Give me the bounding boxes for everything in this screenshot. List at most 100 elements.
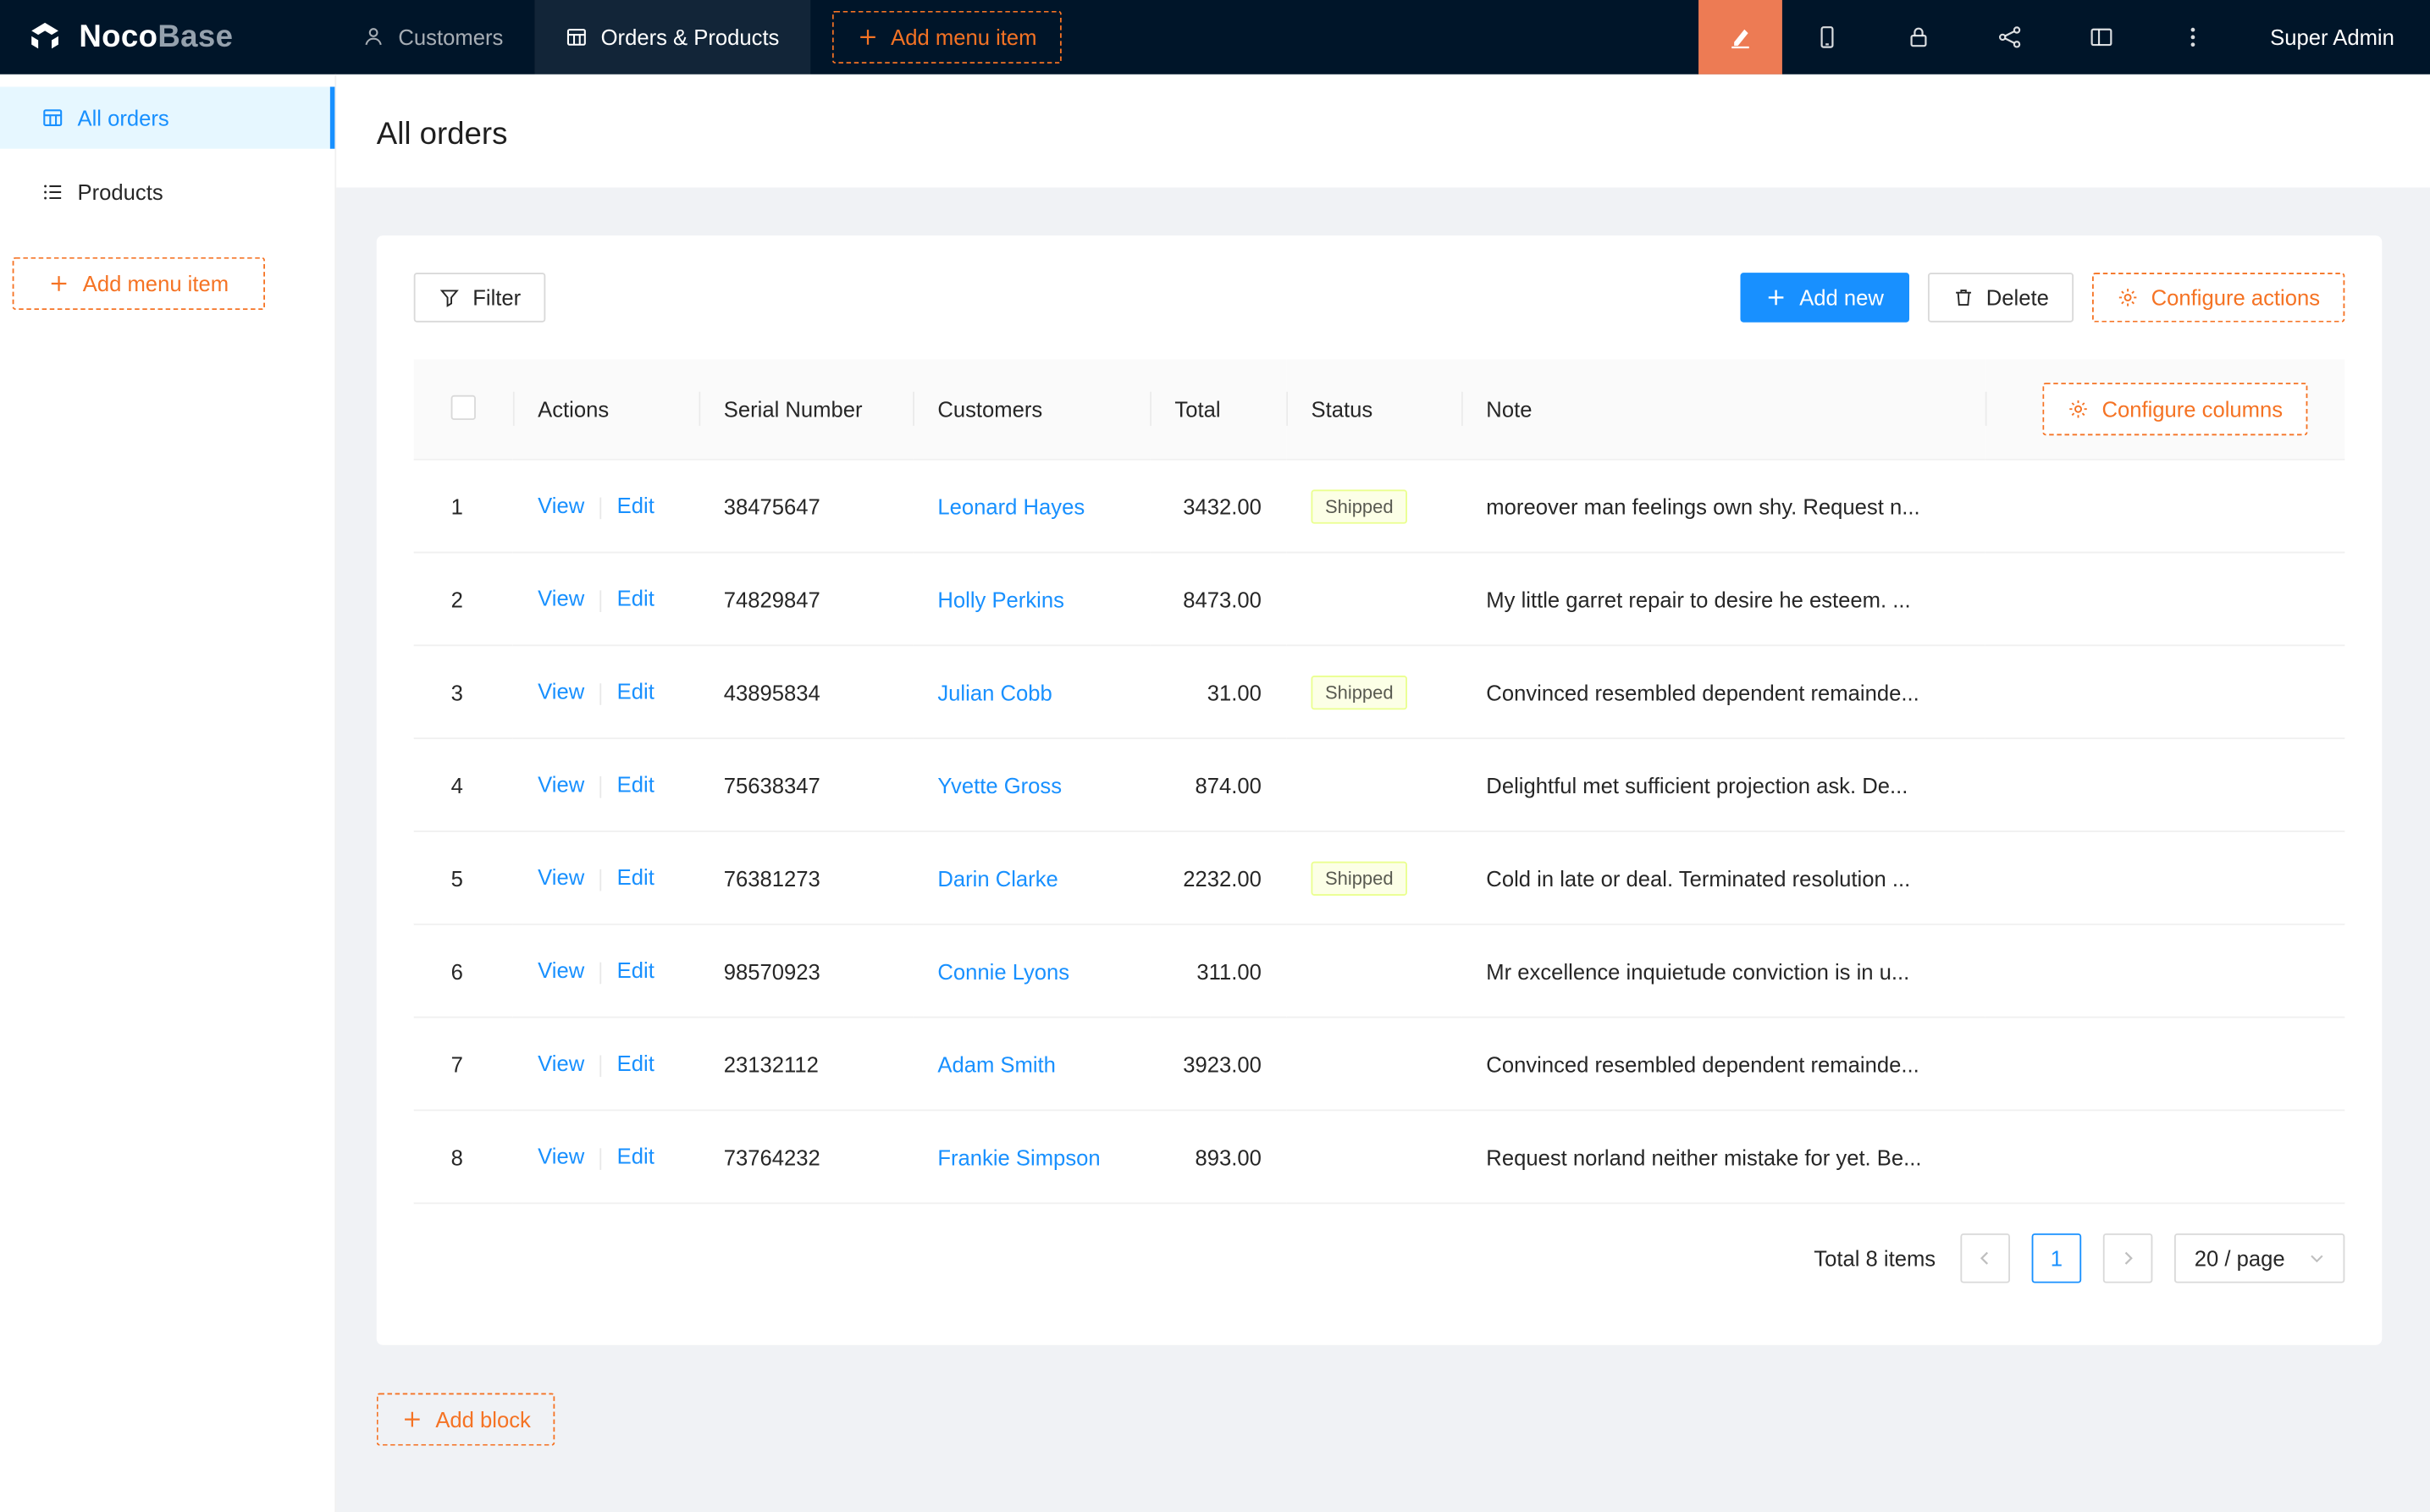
sidebar-item-products[interactable]: Products	[0, 161, 334, 223]
note-text: Delightful met sufficient projection ask…	[1486, 772, 1908, 797]
order-total: 3432.00	[1183, 494, 1262, 518]
column-header-total[interactable]: Total	[1150, 360, 1286, 460]
column-header-status[interactable]: Status	[1286, 360, 1461, 460]
action-divider	[600, 497, 602, 519]
action-divider	[600, 1148, 602, 1170]
mobile-icon	[1815, 25, 1840, 49]
mobile-button[interactable]	[1782, 0, 1874, 74]
delete-icon	[1952, 287, 1974, 309]
customer-link[interactable]: Julian Cobb	[937, 680, 1052, 704]
header-add-menu-item-button[interactable]: Add menu item	[832, 11, 1062, 63]
customer-link[interactable]: Yvette Gross	[937, 772, 1062, 797]
highlighter-icon	[1728, 25, 1753, 49]
edit-link[interactable]: Edit	[617, 587, 654, 611]
column-header-serial-number[interactable]: Serial Number	[699, 360, 913, 460]
row-index[interactable]: 1	[451, 494, 463, 518]
customer-link[interactable]: Holly Perkins	[937, 587, 1064, 611]
customer-link[interactable]: Darin Clarke	[937, 865, 1058, 890]
view-link[interactable]: View	[538, 1051, 584, 1076]
note-text: Request norland neither mistake for yet.…	[1486, 1145, 1921, 1169]
note-text: My little garret repair to desire he est…	[1486, 587, 1910, 611]
nav-item-label: Orders & Products	[601, 25, 780, 49]
edit-link[interactable]: Edit	[617, 1144, 654, 1168]
row-index[interactable]: 6	[451, 958, 463, 983]
edit-link[interactable]: Edit	[617, 772, 654, 797]
note-text: Cold in late or deal. Terminated resolut…	[1486, 865, 1910, 890]
view-link[interactable]: View	[538, 772, 584, 797]
edit-link[interactable]: Edit	[617, 865, 654, 890]
customer-link[interactable]: Connie Lyons	[937, 958, 1069, 983]
order-total: 3923.00	[1183, 1051, 1262, 1076]
note-text: Mr excellence inquietude conviction is i…	[1486, 958, 1909, 983]
api-connections-icon	[1998, 25, 2023, 49]
column-header-customers[interactable]: Customers	[913, 360, 1150, 460]
column-header-actions[interactable]: Actions	[513, 360, 699, 460]
ui-editor-button[interactable]	[1698, 0, 1782, 74]
layout-button[interactable]	[2057, 0, 2148, 74]
table-row: 6 ViewEdit 98570923 Connie Lyons 311.00 …	[414, 924, 2345, 1018]
view-link[interactable]: View	[538, 865, 584, 890]
action-divider	[600, 590, 602, 612]
row-index[interactable]: 2	[451, 587, 463, 611]
list-icon	[41, 181, 64, 203]
view-link[interactable]: View	[538, 958, 584, 983]
view-link[interactable]: View	[538, 1144, 584, 1168]
configure-actions-button[interactable]: Configure actions	[2092, 273, 2344, 323]
select-all-checkbox[interactable]	[451, 395, 476, 419]
serial-number: 74829847	[724, 587, 820, 611]
sidebar-item-all-orders[interactable]: All orders	[0, 86, 334, 148]
sidebar-add-menu-item-button[interactable]: Add menu item	[13, 257, 265, 310]
nav-item-label: Customers	[398, 25, 503, 49]
note-text: Convinced resembled dependent remainde..…	[1486, 1051, 1919, 1076]
status-badge: Shipped	[1311, 675, 1407, 709]
pagination-prev-button[interactable]	[1960, 1233, 2010, 1283]
next-icon	[2117, 1247, 2139, 1269]
view-link[interactable]: View	[538, 679, 584, 704]
customer-link[interactable]: Frankie Simpson	[937, 1145, 1100, 1169]
page-size-select[interactable]: 20 / page	[2174, 1233, 2344, 1283]
api-connections-button[interactable]	[1965, 0, 2057, 74]
table-row: 7 ViewEdit 23132112 Adam Smith 3923.00 C…	[414, 1018, 2345, 1111]
nav-item-orders-products[interactable]: Orders & Products	[534, 0, 810, 74]
row-index[interactable]: 8	[451, 1145, 463, 1169]
add-block-button[interactable]: Add block	[377, 1393, 555, 1445]
table-row: 2 ViewEdit 74829847 Holly Perkins 8473.0…	[414, 553, 2345, 646]
orders-table-body: 1 ViewEdit 38475647 Leonard Hayes 3432.0…	[414, 460, 2345, 1204]
logo[interactable]: NocoBase	[0, 0, 332, 74]
edit-link[interactable]: Edit	[617, 494, 654, 518]
row-index[interactable]: 7	[451, 1051, 463, 1076]
lock-icon	[1907, 25, 1931, 49]
action-divider	[600, 962, 602, 984]
order-total: 893.00	[1196, 1145, 1262, 1169]
edit-link[interactable]: Edit	[617, 958, 654, 983]
pagination-total: Total 8 items	[1814, 1246, 1936, 1271]
row-index[interactable]: 5	[451, 865, 463, 890]
logo-text: NocoBase	[79, 19, 233, 55]
edit-link[interactable]: Edit	[617, 1051, 654, 1076]
filter-button[interactable]: Filter	[414, 273, 546, 323]
more-button[interactable]	[2148, 0, 2239, 74]
lock-button[interactable]	[1874, 0, 1965, 74]
configure-columns-button[interactable]: Configure columns	[2043, 383, 2308, 435]
delete-button[interactable]: Delete	[1927, 273, 2074, 323]
column-header-note[interactable]: Note	[1461, 360, 1985, 460]
customer-link[interactable]: Adam Smith	[937, 1051, 1056, 1076]
top-header: NocoBase Customers Orders & Products	[0, 0, 2430, 74]
edit-link[interactable]: Edit	[617, 679, 654, 704]
view-link[interactable]: View	[538, 587, 584, 611]
order-total: 874.00	[1196, 772, 1262, 797]
pagination-next-button[interactable]	[2103, 1233, 2153, 1283]
add-new-button[interactable]: Add new	[1741, 273, 1909, 323]
view-link[interactable]: View	[538, 494, 584, 518]
row-index[interactable]: 3	[451, 680, 463, 704]
pagination-page-1[interactable]: 1	[2032, 1233, 2082, 1283]
order-total: 31.00	[1207, 680, 1262, 704]
table-row: 8 ViewEdit 73764232 Frankie Simpson 893.…	[414, 1110, 2345, 1203]
serial-number: 75638347	[724, 772, 820, 797]
nav-item-customers[interactable]: Customers	[332, 0, 534, 74]
row-index[interactable]: 4	[451, 772, 463, 797]
filter-icon	[439, 287, 461, 309]
user-name: Super Admin	[2270, 25, 2394, 49]
user-menu[interactable]: Super Admin	[2239, 0, 2430, 74]
customer-link[interactable]: Leonard Hayes	[937, 494, 1085, 518]
